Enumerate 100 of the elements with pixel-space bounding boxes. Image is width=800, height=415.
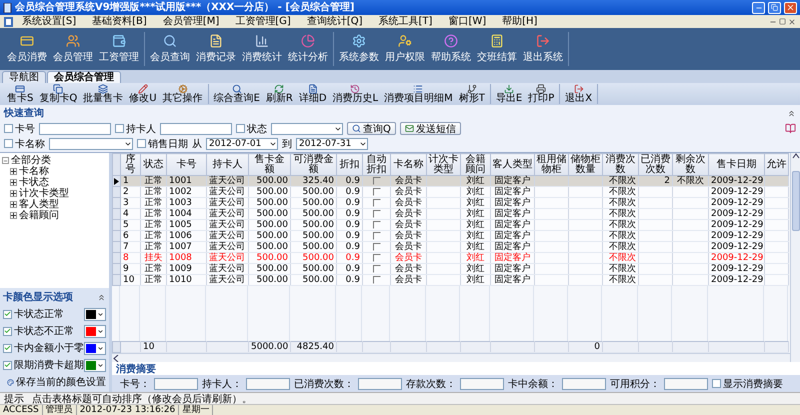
- checkbox[interactable]: [372, 210, 380, 218]
- date-picker[interactable]: 2012-07-01: [206, 138, 278, 150]
- menu-item[interactable]: 会员管理[M]: [156, 16, 226, 28]
- color-picker[interactable]: [84, 308, 106, 320]
- column-header[interactable]: 序号: [120, 154, 140, 176]
- date-picker[interactable]: 2012-07-31: [296, 138, 368, 150]
- toolbar-button[interactable]: 消费项目明细M: [381, 84, 456, 104]
- expand-toggle-icon[interactable]: [10, 201, 17, 208]
- menu-item[interactable]: 帮助[H]: [495, 16, 544, 28]
- input-field[interactable]: [160, 122, 232, 134]
- close-icon[interactable]: [788, 18, 796, 26]
- toolbar-button[interactable]: 树形T: [456, 84, 488, 104]
- restore-button[interactable]: [768, 2, 781, 14]
- toolbar-button[interactable]: 会员查询: [147, 32, 193, 66]
- book-icon[interactable]: [785, 123, 796, 134]
- tree-item[interactable]: 计次卡类型: [19, 188, 69, 198]
- tab[interactable]: 导航图: [2, 71, 46, 83]
- column-header[interactable]: 会籍顾问: [460, 154, 490, 176]
- toolbar-button[interactable]: 会员消费: [4, 32, 50, 66]
- tree-item[interactable]: 客人类型: [19, 200, 59, 210]
- toolbar-button[interactable]: 修改U: [126, 84, 160, 104]
- table-row[interactable]: 1 正常 1001 蓝天公司 500.00 325.40 0.9 会员卡 刘红 固定客户 不限次 2 不限次 2009-12-29: [112, 176, 788, 186]
- menu-item[interactable]: 查询统计[Q]: [300, 16, 370, 28]
- checkbox[interactable]: [4, 124, 13, 133]
- minimize-button[interactable]: [752, 2, 765, 14]
- toolbar-button[interactable]: 用户权限: [382, 32, 428, 66]
- table-row[interactable]: 3 正常 1003 蓝天公司 500.00 500.00 0.9 会员卡 刘红 固定客户 不限次 2009-12-29: [112, 198, 788, 208]
- input-field[interactable]: [154, 378, 198, 390]
- color-picker[interactable]: [84, 358, 106, 372]
- checkbox[interactable]: [3, 360, 12, 370]
- column-header[interactable]: 允许: [764, 154, 788, 176]
- table-row[interactable]: 7 正常 1007 蓝天公司 500.00 500.00 0.9 会员卡 刘红 固定客户 不限次 2009-12-29: [112, 242, 788, 252]
- table-row[interactable]: 2 正常 1002 蓝天公司 500.00 500.00 0.9 会员卡 刘红 固定客户 不限次 2009-12-29: [112, 186, 788, 198]
- column-header[interactable]: 租用储物柜: [534, 154, 568, 176]
- save-colors-button[interactable]: 保存当前的颜色设置: [3, 375, 106, 389]
- expand-toggle-icon[interactable]: [10, 179, 17, 186]
- checkbox[interactable]: [3, 310, 12, 318]
- toolbar-button[interactable]: 系统参数: [336, 32, 382, 66]
- dropdown[interactable]: [49, 138, 133, 150]
- toolbar-button[interactable]: 批量售卡: [80, 84, 126, 104]
- column-header[interactable]: 消费次数: [602, 154, 638, 176]
- checkbox[interactable]: [372, 254, 380, 262]
- checkbox[interactable]: [372, 221, 380, 229]
- checkbox[interactable]: [372, 276, 380, 284]
- table-row[interactable]: 6 正常 1006 蓝天公司 500.00 500.00 0.9 会员卡 刘红 固定客户 不限次 2009-12-29: [112, 230, 788, 242]
- input-field[interactable]: [39, 122, 111, 134]
- expand-toggle-icon[interactable]: [10, 212, 17, 219]
- checkbox[interactable]: [4, 139, 13, 148]
- input-field[interactable]: [460, 378, 504, 390]
- toolbar-button[interactable]: 消费历史L: [330, 84, 382, 104]
- column-header[interactable]: 可消费金额: [290, 154, 336, 176]
- toolbar-button[interactable]: 统计分析: [285, 32, 331, 66]
- input-field[interactable]: [358, 378, 402, 390]
- dropdown[interactable]: [271, 122, 343, 134]
- table-row[interactable]: 5 正常 1005 蓝天公司 500.00 500.00 0.9 会员卡 刘红 固定客户 不限次 2009-12-29: [112, 220, 788, 230]
- close-button[interactable]: [784, 2, 797, 14]
- column-header[interactable]: 客人类型: [490, 154, 534, 176]
- toolbar-button[interactable]: 帮助系统: [428, 32, 474, 66]
- table-row[interactable]: 10 正常 1010 蓝天公司 500.00 500.00 0.9 会员卡 刘红 固定客户 不限次 2009-12-29: [112, 274, 788, 286]
- toolbar-button[interactable]: 综合查询E: [210, 84, 263, 104]
- checkbox[interactable]: [115, 124, 124, 133]
- checkbox[interactable]: [3, 344, 12, 352]
- input-field[interactable]: [664, 378, 708, 390]
- collapse-icon[interactable]: [787, 108, 796, 118]
- checkbox[interactable]: [372, 243, 380, 251]
- toolbar-button[interactable]: 工资管理: [96, 32, 142, 66]
- menu-item[interactable]: 基础资料[B]: [85, 16, 154, 28]
- toolbar-button[interactable]: 会员管理: [50, 32, 96, 66]
- column-header[interactable]: 状态: [140, 154, 166, 176]
- expand-toggle-icon[interactable]: [10, 168, 17, 175]
- column-header[interactable]: 卡号: [166, 154, 206, 176]
- column-header[interactable]: 折扣: [336, 154, 362, 176]
- toolbar-button[interactable]: 退出系统: [520, 32, 566, 66]
- vertical-scrollbar[interactable]: [790, 153, 800, 362]
- column-header[interactable]: 售卡日期: [708, 154, 764, 176]
- send-sms-button[interactable]: 发送短信: [400, 122, 461, 135]
- toolbar-button[interactable]: 消费统计: [239, 32, 285, 66]
- toolbar-button[interactable]: 其它操作: [160, 84, 206, 104]
- checkbox[interactable]: [372, 232, 380, 240]
- table-row[interactable]: 9 正常 1009 蓝天公司 500.00 500.00 0.9 会员卡 刘红 固定客户 不限次 2009-12-29: [112, 264, 788, 274]
- checkbox[interactable]: [372, 177, 380, 185]
- scroll-thumb[interactable]: [792, 171, 800, 231]
- toolbar-button[interactable]: 退出X: [562, 84, 596, 104]
- toolbar-button[interactable]: 交班结算: [474, 32, 520, 66]
- expand-toggle-icon[interactable]: [2, 157, 9, 164]
- tree-item[interactable]: 全部分类: [11, 156, 51, 166]
- tree-item[interactable]: 卡名称: [19, 166, 49, 176]
- input-field[interactable]: [562, 378, 606, 390]
- toolbar-button[interactable]: 详细D: [296, 84, 330, 104]
- tree-item[interactable]: 卡状态: [19, 178, 49, 188]
- checkbox[interactable]: [137, 139, 146, 148]
- menu-item[interactable]: 系统工具[T]: [372, 16, 440, 28]
- input-field[interactable]: [246, 378, 290, 390]
- horizontal-scrollbar[interactable]: [112, 353, 790, 362]
- menu-item[interactable]: 系统设置[S]: [15, 16, 84, 28]
- tab[interactable]: 会员综合管理: [47, 71, 121, 83]
- collapse-icon[interactable]: [97, 292, 106, 302]
- checkbox[interactable]: [3, 326, 12, 336]
- column-header[interactable]: 自动折扣: [362, 154, 390, 176]
- toolbar-button[interactable]: 消费记录: [193, 32, 239, 66]
